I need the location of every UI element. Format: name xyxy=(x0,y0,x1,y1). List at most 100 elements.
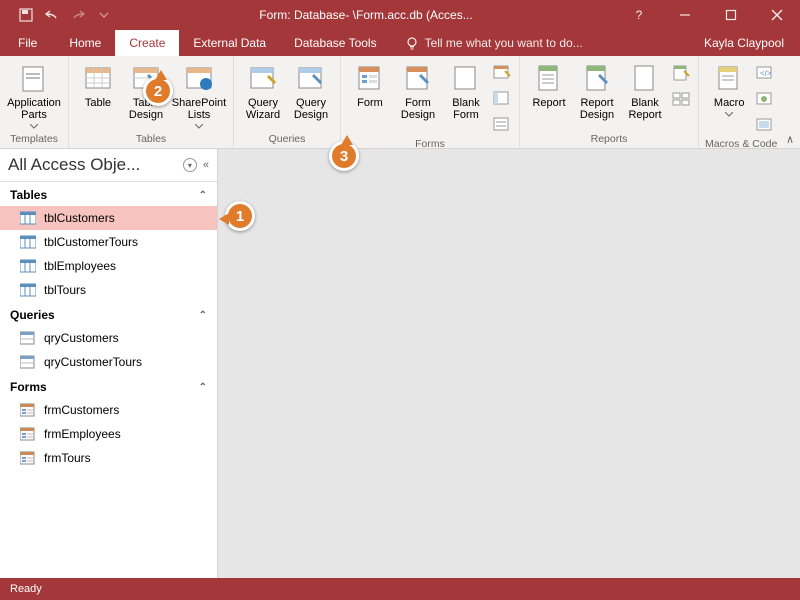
report-design-button[interactable]: Report Design xyxy=(574,60,620,121)
group-templates: Application Parts Templates xyxy=(0,56,69,148)
code-extra: </> xyxy=(754,60,776,136)
nav-item[interactable]: tblCustomerTours xyxy=(0,230,217,254)
tab-file[interactable]: File xyxy=(0,30,55,56)
nav-item[interactable]: frmEmployees xyxy=(0,422,217,446)
window-title: Form: Database- \Form.acc.db (Acces... xyxy=(116,8,616,22)
nav-group-tables[interactable]: Tables⌃ xyxy=(0,182,217,206)
group-macros: Macro </> Macros & Code xyxy=(699,56,783,148)
nav-item[interactable]: qryCustomers xyxy=(0,326,217,350)
nav-body: Tables⌃ tblCustomers tblCustomerTourstblEm… xyxy=(0,182,217,470)
nav-header[interactable]: All Access Obje... ▾ « xyxy=(0,149,217,182)
qat-dropdown-icon[interactable] xyxy=(92,3,116,27)
class-module-button[interactable] xyxy=(754,88,776,110)
table-icon xyxy=(20,210,36,226)
sharepoint-lists-button[interactable]: SharePoint Lists xyxy=(171,60,227,129)
query-design-icon xyxy=(295,62,327,94)
blank-form-button[interactable]: Blank Form xyxy=(443,60,489,121)
more-forms-button[interactable] xyxy=(491,114,513,136)
macro-icon xyxy=(713,62,745,94)
blank-report-button[interactable]: Blank Report xyxy=(622,60,668,121)
report-label: Report xyxy=(532,97,565,109)
tab-home[interactable]: Home xyxy=(55,30,115,56)
minimize-button[interactable] xyxy=(662,0,708,30)
maximize-button[interactable] xyxy=(708,0,754,30)
report-design-icon xyxy=(581,62,613,94)
blank-report-icon xyxy=(629,62,661,94)
table-icon xyxy=(20,282,36,298)
table-label: Table xyxy=(85,97,111,109)
document-area xyxy=(218,149,800,578)
window-controls: ? xyxy=(616,0,800,30)
collapse-ribbon-icon[interactable]: ∧ xyxy=(786,133,794,146)
shutter-bar-icon[interactable]: « xyxy=(203,159,209,171)
nav-title: All Access Obje... xyxy=(8,155,179,175)
nav-group-queries[interactable]: Queries⌃ xyxy=(0,302,217,326)
chevron-up-icon: ⌃ xyxy=(199,190,207,201)
user-name[interactable]: Kayla Claypool xyxy=(704,30,800,56)
navigation-button[interactable] xyxy=(491,88,513,110)
status-bar: Ready xyxy=(0,578,800,600)
ribbon: Application Parts Templates Table Table … xyxy=(0,56,800,149)
query-icon xyxy=(20,330,36,346)
nav-group-forms[interactable]: Forms⌃ xyxy=(0,374,217,398)
sharepoint-label: SharePoint Lists xyxy=(172,97,226,121)
nav-item[interactable]: frmCustomers xyxy=(0,398,217,422)
query-wizard-icon xyxy=(247,62,279,94)
tell-me-label: Tell me what you want to do... xyxy=(425,36,583,50)
tell-me-box[interactable]: Tell me what you want to do... xyxy=(391,30,583,56)
table-icon xyxy=(20,258,36,274)
navigation-pane: All Access Obje... ▾ « Tables⌃ tblCustome… xyxy=(0,149,218,578)
chevron-up-icon: ⌃ xyxy=(199,382,207,393)
quick-access-toolbar xyxy=(0,3,116,27)
form-button[interactable]: Form xyxy=(347,60,393,109)
nav-item-label: frmTours xyxy=(44,451,91,465)
dropdown-icon xyxy=(725,112,733,117)
tab-create[interactable]: Create xyxy=(115,30,179,56)
group-label-reports: Reports xyxy=(591,131,628,146)
module-button[interactable]: </> xyxy=(754,62,776,84)
help-button[interactable]: ? xyxy=(616,0,662,30)
blank-form-icon xyxy=(450,62,482,94)
macro-button[interactable]: Macro xyxy=(706,60,752,117)
workspace: All Access Obje... ▾ « Tables⌃ tblCustome… xyxy=(0,149,800,578)
nav-filter-icon[interactable]: ▾ xyxy=(183,158,197,172)
tab-external-data[interactable]: External Data xyxy=(179,30,280,56)
svg-text:</>: </> xyxy=(760,69,772,78)
form-icon xyxy=(354,62,386,94)
application-parts-label: Application Parts xyxy=(7,97,61,121)
nav-item[interactable]: tblEmployees xyxy=(0,254,217,278)
callout-3: 3 xyxy=(329,141,359,171)
blank-report-label: Blank Report xyxy=(628,97,661,121)
nav-item[interactable]: frmTours xyxy=(0,446,217,470)
form-wizard-button[interactable] xyxy=(491,62,513,84)
form-design-button[interactable]: Form Design xyxy=(395,60,441,121)
nav-item-label: qryCustomerTours xyxy=(44,355,142,369)
query-icon xyxy=(20,354,36,370)
undo-icon[interactable] xyxy=(40,3,64,27)
nav-item[interactable]: qryCustomerTours xyxy=(0,350,217,374)
group-reports: Report Report Design Blank Report Report… xyxy=(520,56,699,148)
report-wizard-button[interactable] xyxy=(670,62,692,84)
group-forms: Form Form Design Blank Form Forms xyxy=(341,56,520,148)
group-queries: Query Wizard Query Design Queries xyxy=(234,56,341,148)
application-parts-icon xyxy=(18,62,50,94)
form-icon xyxy=(20,402,36,418)
query-design-button[interactable]: Query Design xyxy=(288,60,334,121)
report-icon xyxy=(533,62,565,94)
table-button[interactable]: Table xyxy=(75,60,121,109)
redo-icon[interactable] xyxy=(66,3,90,27)
save-icon[interactable] xyxy=(14,3,38,27)
query-wizard-button[interactable]: Query Wizard xyxy=(240,60,286,121)
tab-database-tools[interactable]: Database Tools xyxy=(280,30,391,56)
chevron-up-icon: ⌃ xyxy=(199,310,207,321)
application-parts-button[interactable]: Application Parts xyxy=(6,60,62,129)
nav-item-label: tblCustomers xyxy=(44,211,115,225)
labels-button[interactable] xyxy=(670,88,692,110)
nav-item[interactable]: tblCustomers xyxy=(0,206,217,230)
report-button[interactable]: Report xyxy=(526,60,572,109)
callout-2: 2 xyxy=(143,76,173,106)
nav-item[interactable]: tblTours xyxy=(0,278,217,302)
forms-extra xyxy=(491,60,513,136)
close-button[interactable] xyxy=(754,0,800,30)
visual-basic-button[interactable] xyxy=(754,114,776,136)
